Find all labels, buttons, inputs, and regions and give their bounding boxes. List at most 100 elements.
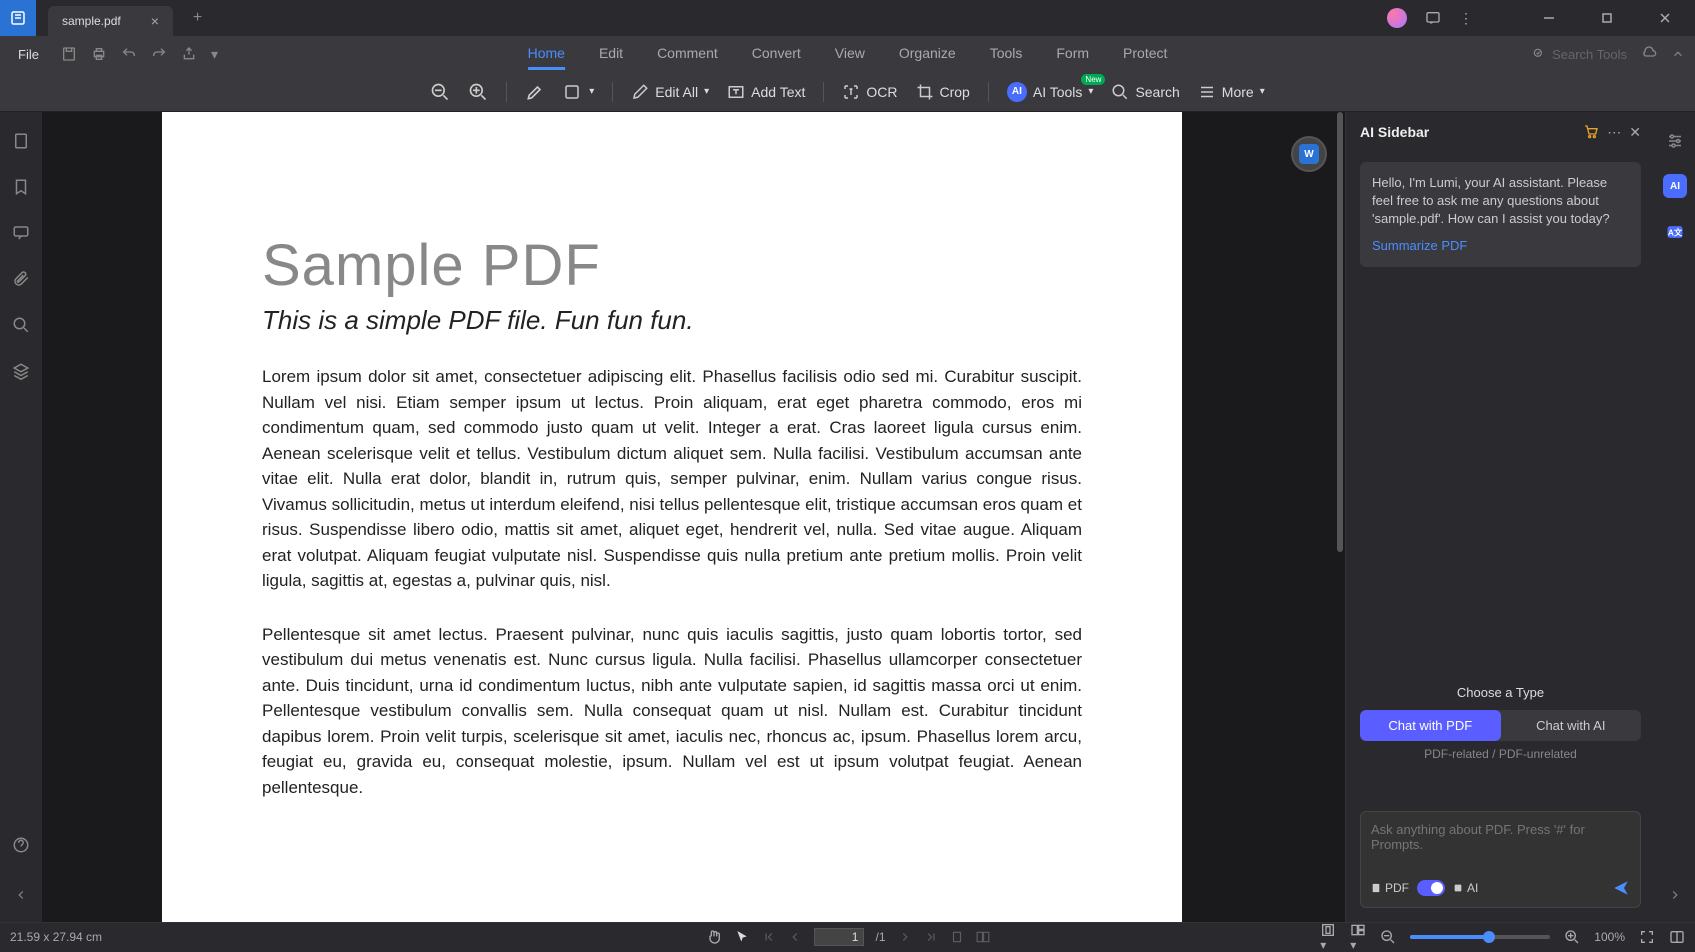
vertical-scrollbar[interactable]: [1337, 112, 1343, 552]
zoom-in-status-icon[interactable]: [1564, 929, 1580, 945]
ai-mode-label: AI: [1453, 881, 1478, 895]
tab-title: sample.pdf: [62, 14, 121, 28]
ai-icon: AI: [1007, 82, 1027, 102]
settings-icon[interactable]: [1666, 132, 1684, 150]
app-logo[interactable]: [0, 0, 36, 36]
maximize-button[interactable]: [1587, 0, 1627, 36]
collapse-left-icon[interactable]: [14, 888, 28, 902]
more-options-icon[interactable]: ⋯: [1607, 124, 1621, 141]
close-ai-sidebar-icon[interactable]: ✕: [1629, 124, 1641, 141]
comment-panel-icon[interactable]: [12, 224, 30, 242]
close-tab-icon[interactable]: ×: [151, 13, 159, 29]
chat-with-ai-button[interactable]: Chat with AI: [1501, 710, 1642, 741]
shape-button[interactable]: ▾: [563, 83, 594, 101]
help-icon[interactable]: [12, 836, 30, 854]
ocr-button[interactable]: OCR: [842, 83, 897, 101]
layers-icon[interactable]: [12, 362, 30, 380]
zoom-slider[interactable]: [1410, 935, 1550, 939]
select-tool-icon[interactable]: [733, 929, 749, 945]
convert-word-badge[interactable]: W: [1291, 136, 1327, 172]
read-mode-icon[interactable]: [1669, 929, 1685, 945]
doc-paragraph-2: Pellentesque sit amet lectus. Praesent p…: [262, 622, 1082, 801]
menu-view[interactable]: View: [835, 39, 865, 70]
ai-prompt-input[interactable]: [1371, 822, 1630, 870]
save-icon[interactable]: [61, 46, 77, 62]
redo-icon[interactable]: [151, 46, 167, 62]
fullscreen-icon[interactable]: [1639, 929, 1655, 945]
share-icon[interactable]: [181, 46, 197, 62]
search-tools-input[interactable]: Search Tools: [1532, 47, 1627, 62]
bookmark-icon[interactable]: [12, 178, 30, 196]
fit-page-icon[interactable]: ▾: [1320, 922, 1336, 952]
new-tab-button[interactable]: +: [193, 9, 202, 27]
chevron-up-icon[interactable]: [1671, 47, 1685, 61]
search-button[interactable]: Search: [1111, 83, 1179, 101]
close-window-button[interactable]: [1645, 0, 1685, 36]
menu-home[interactable]: Home: [528, 39, 565, 70]
page-total: /1: [875, 930, 885, 944]
print-icon[interactable]: [91, 46, 107, 62]
document-canvas[interactable]: Sample PDF This is a simple PDF file. Fu…: [42, 112, 1345, 922]
chat-icon[interactable]: [1425, 10, 1441, 26]
summarize-link[interactable]: Summarize PDF: [1372, 237, 1629, 255]
page-number-input[interactable]: 1: [813, 928, 863, 946]
menu-edit[interactable]: Edit: [599, 39, 623, 70]
dropdown-icon[interactable]: ▾: [211, 46, 218, 63]
file-menu[interactable]: File: [10, 43, 47, 66]
prev-page-icon[interactable]: [787, 930, 801, 944]
ai-rail-icon[interactable]: AI: [1663, 174, 1687, 198]
zoom-out-button[interactable]: [430, 82, 450, 102]
left-sidebar: [0, 112, 42, 922]
last-page-icon[interactable]: [924, 930, 938, 944]
menu-comment[interactable]: Comment: [657, 39, 718, 70]
cloud-icon[interactable]: [1641, 46, 1657, 62]
menu-organize[interactable]: Organize: [899, 39, 956, 70]
attachment-icon[interactable]: [12, 270, 30, 288]
menu-protect[interactable]: Protect: [1123, 39, 1167, 70]
ai-sidebar-title: AI Sidebar: [1360, 124, 1575, 140]
thumbnails-icon[interactable]: [12, 132, 30, 150]
kebab-menu-icon[interactable]: ⋮: [1459, 10, 1473, 27]
mode-toggle[interactable]: [1417, 880, 1445, 896]
ai-welcome-text: Hello, I'm Lumi, your AI assistant. Plea…: [1372, 174, 1629, 229]
right-rail: AI A文: [1655, 112, 1695, 922]
ai-welcome-bubble: Hello, I'm Lumi, your AI assistant. Plea…: [1360, 162, 1641, 267]
new-badge: New: [1081, 74, 1105, 85]
next-page-icon[interactable]: [898, 930, 912, 944]
menu-form[interactable]: Form: [1056, 39, 1089, 70]
search-panel-icon[interactable]: [12, 316, 30, 334]
chat-with-pdf-button[interactable]: Chat with PDF: [1360, 710, 1501, 741]
menu-tools[interactable]: Tools: [990, 39, 1023, 70]
undo-icon[interactable]: [121, 46, 137, 62]
first-page-icon[interactable]: [761, 930, 775, 944]
translate-icon[interactable]: A文: [1665, 222, 1685, 242]
add-text-button[interactable]: Add Text: [727, 83, 805, 101]
doc-paragraph-1: Lorem ipsum dolor sit amet, consectetuer…: [262, 364, 1082, 594]
view-mode-icon[interactable]: ▾: [1350, 922, 1366, 952]
zoom-in-button[interactable]: [468, 82, 488, 102]
highlight-button[interactable]: [525, 82, 545, 102]
menu-tabs: Home Edit Comment Convert View Organize …: [528, 39, 1168, 70]
crop-button[interactable]: Crop: [916, 83, 970, 101]
menu-convert[interactable]: Convert: [752, 39, 801, 70]
ai-input-container: PDF AI: [1360, 811, 1641, 908]
page-dimensions: 21.59 x 27.94 cm: [10, 930, 102, 944]
document-tab[interactable]: sample.pdf ×: [48, 6, 173, 36]
zoom-out-status-icon[interactable]: [1380, 929, 1396, 945]
cart-icon[interactable]: [1583, 124, 1599, 140]
doc-title: Sample PDF: [262, 232, 1082, 299]
svg-text:A文: A文: [1668, 227, 1683, 237]
edit-all-button[interactable]: Edit All▾: [631, 83, 709, 101]
single-page-icon[interactable]: [950, 930, 964, 944]
chat-type-subtext: PDF-related / PDF-unrelated: [1346, 747, 1655, 761]
two-page-icon[interactable]: [976, 930, 990, 944]
minimize-button[interactable]: [1529, 0, 1569, 36]
user-avatar[interactable]: [1387, 8, 1407, 28]
collapse-right-icon[interactable]: [1668, 888, 1682, 902]
ai-tools-button[interactable]: AI AI Tools ▾ New: [1007, 82, 1094, 102]
more-button[interactable]: More▾: [1198, 83, 1265, 101]
send-icon[interactable]: [1612, 879, 1630, 897]
hand-tool-icon[interactable]: [705, 929, 721, 945]
choose-type-label: Choose a Type: [1346, 685, 1655, 700]
zoom-percent: 100%: [1594, 930, 1625, 944]
